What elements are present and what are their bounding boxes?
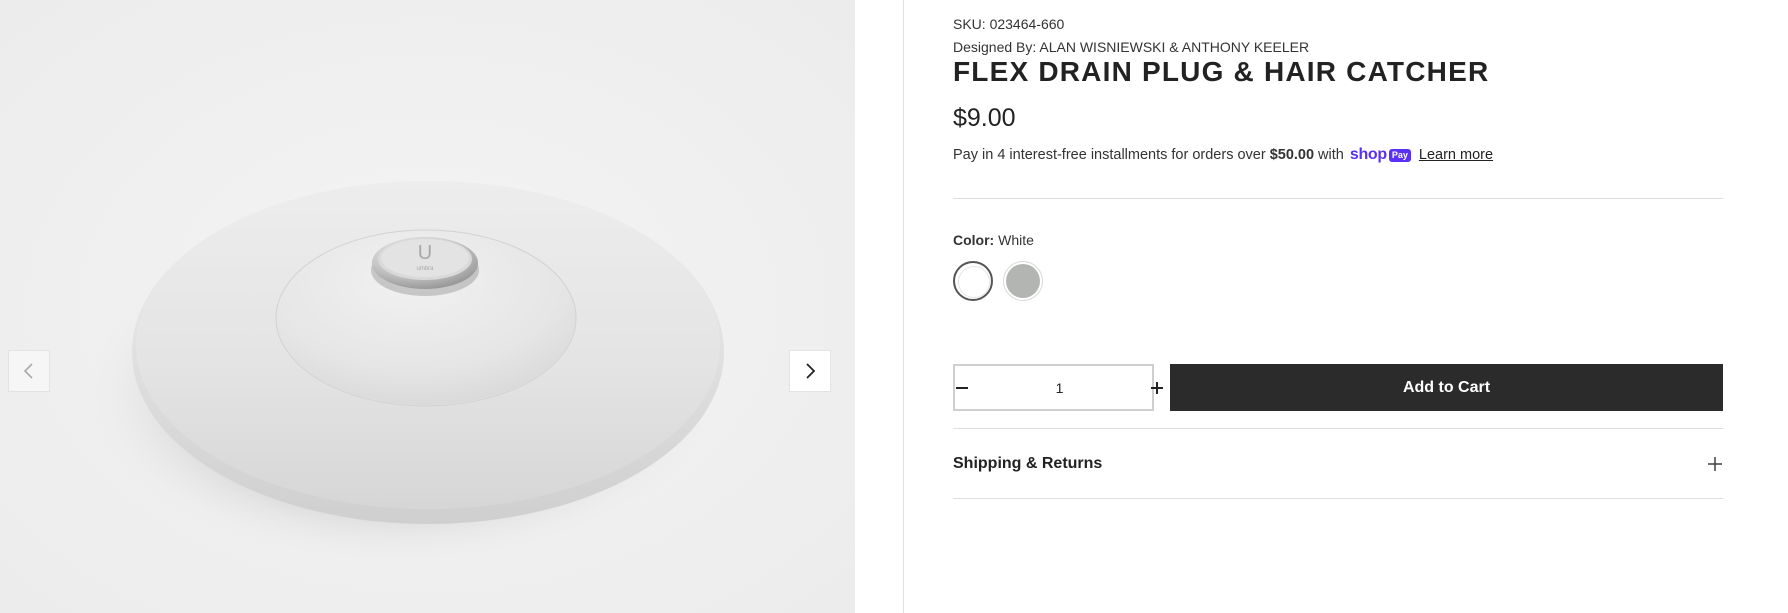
accordion-title: Shipping & Returns	[953, 454, 1103, 472]
divider	[953, 198, 1723, 199]
product-gallery: U umbra	[0, 0, 855, 613]
color-selected-value: White	[998, 232, 1034, 248]
plus-icon	[1151, 381, 1163, 394]
installments-with: with	[1318, 147, 1344, 163]
swatch-grey[interactable]	[1003, 261, 1043, 301]
brand-logo-subtext: umbra	[416, 266, 434, 272]
product-image: U umbra	[0, 0, 855, 613]
add-to-cart-button[interactable]: Add to Cart	[1170, 364, 1723, 411]
product-price: $9.00	[953, 104, 1016, 132]
color-label: Color: White	[953, 232, 1034, 248]
minus-icon	[956, 386, 968, 389]
shop-pay-logo: shop Pay	[1350, 146, 1411, 164]
product-sku: SKU: 023464-660	[953, 16, 1065, 32]
shipping-returns-accordion[interactable]: Shipping & Returns	[953, 429, 1723, 498]
color-label-key: Color:	[953, 232, 995, 248]
shop-pay-badge: Pay	[1388, 148, 1411, 162]
plus-icon	[1708, 456, 1722, 471]
quantity-input[interactable]	[969, 379, 1150, 396]
installments-threshold: $50.00	[1269, 147, 1315, 163]
column-divider	[903, 0, 904, 613]
learn-more-link[interactable]: Learn more	[1419, 147, 1493, 163]
quantity-increase-button[interactable]	[1150, 366, 1164, 409]
quantity-stepper	[953, 364, 1163, 411]
brand-logo: U	[418, 242, 432, 264]
shop-pay-installments: Pay in 4 interest-free installments for …	[953, 146, 1493, 164]
shop-pay-wordmark: shop	[1349, 146, 1387, 163]
chevron-left-icon	[23, 363, 33, 379]
chevron-right-icon	[806, 363, 816, 379]
product-designer: Designed By: ALAN WISNIEWSKI & ANTHONY K…	[953, 39, 1310, 55]
gallery-next-button[interactable]	[789, 350, 831, 392]
divider	[953, 498, 1723, 499]
swatch-white[interactable]	[953, 261, 993, 301]
installments-text: Pay in 4 interest-free installments for …	[953, 147, 1266, 163]
color-swatches	[953, 261, 1043, 301]
product-title: FLEX DRAIN PLUG & HAIR CATCHER	[953, 56, 1490, 87]
gallery-prev-button[interactable]	[8, 350, 50, 392]
quantity-decrease-button[interactable]	[955, 366, 969, 409]
